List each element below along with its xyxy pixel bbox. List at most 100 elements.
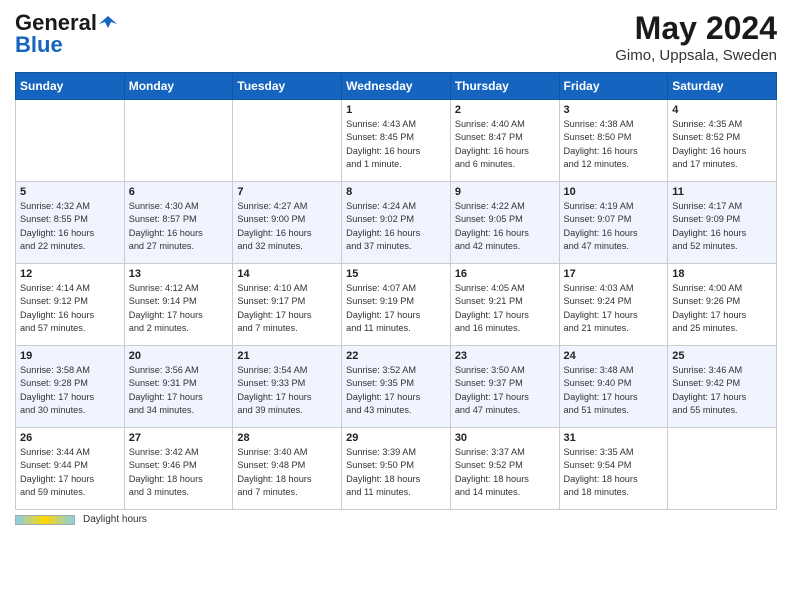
header-thursday: Thursday [450, 73, 559, 100]
table-row: 23 Sunrise: 3:50 AM Sunset: 9:37 PM Dayli… [450, 346, 559, 428]
table-row: 13 Sunrise: 4:12 AM Sunset: 9:14 PM Dayli… [124, 264, 233, 346]
day-number: 14 [237, 268, 337, 280]
day-info: Sunrise: 4:07 AM Sunset: 9:19 PM Dayligh… [346, 282, 446, 335]
day-info: Sunrise: 4:38 AM Sunset: 8:50 PM Dayligh… [564, 118, 664, 171]
day-number: 8 [346, 186, 446, 198]
day-number: 20 [129, 350, 229, 362]
day-number: 7 [237, 186, 337, 198]
calendar-week-row: 1Sunrise: 4:43 AM Sunset: 8:45 PM Daylig… [16, 100, 777, 182]
day-info: Sunrise: 4:40 AM Sunset: 8:47 PM Dayligh… [455, 118, 555, 171]
table-row: 31Sunrise: 3:35 AM Sunset: 9:54 PM Dayli… [559, 428, 668, 510]
table-row: 17 Sunrise: 4:03 AM Sunset: 9:24 PM Dayli… [559, 264, 668, 346]
day-number: 24 [564, 350, 664, 362]
table-row: 6Sunrise: 4:30 AM Sunset: 8:57 PM Daylig… [124, 182, 233, 264]
day-number: 26 [20, 432, 120, 444]
day-info: Sunrise: 4:32 AM Sunset: 8:55 PM Dayligh… [20, 200, 120, 253]
header-sunday: Sunday [16, 73, 125, 100]
calendar-title: May 2024 [615, 10, 777, 47]
day-number: 5 [20, 186, 120, 198]
table-row: 3 Sunrise: 4:38 AM Sunset: 8:50 PM Daylig… [559, 100, 668, 182]
day-info: Sunrise: 4:12 AM Sunset: 9:14 PM Dayligh… [129, 282, 229, 335]
table-row: 8 Sunrise: 4:24 AM Sunset: 9:02 PM Daylig… [342, 182, 451, 264]
day-info: Sunrise: 3:54 AM Sunset: 9:33 PM Dayligh… [237, 364, 337, 417]
day-number: 13 [129, 268, 229, 280]
day-number: 31 [564, 432, 664, 444]
table-row: 12 Sunrise: 4:14 AM Sunset: 9:12 PM Dayli… [16, 264, 125, 346]
day-number: 17 [564, 268, 664, 280]
daylight-bar-icon [15, 515, 75, 525]
day-number: 6 [129, 186, 229, 198]
table-row: 1Sunrise: 4:43 AM Sunset: 8:45 PM Daylig… [342, 100, 451, 182]
main-container: General Blue May 2024 Gimo, Uppsala, Swe… [0, 0, 792, 530]
day-info: Sunrise: 4:22 AM Sunset: 9:05 PM Dayligh… [455, 200, 555, 253]
day-number: 22 [346, 350, 446, 362]
table-row: 9 Sunrise: 4:22 AM Sunset: 9:05 PM Daylig… [450, 182, 559, 264]
table-row: 29 Sunrise: 3:39 AM Sunset: 9:50 PM Dayli… [342, 428, 451, 510]
calendar-week-row: 26 Sunrise: 3:44 AM Sunset: 9:44 PM Dayli… [16, 428, 777, 510]
day-info: Sunrise: 4:14 AM Sunset: 9:12 PM Dayligh… [20, 282, 120, 335]
day-info: Sunrise: 4:03 AM Sunset: 9:24 PM Dayligh… [564, 282, 664, 335]
title-block: May 2024 Gimo, Uppsala, Sweden [615, 10, 777, 64]
calendar-table: Sunday Monday Tuesday Wednesday Thursday… [15, 72, 777, 510]
day-info: Sunrise: 3:48 AM Sunset: 9:40 PM Dayligh… [564, 364, 664, 417]
day-number: 19 [20, 350, 120, 362]
table-row: 2Sunrise: 4:40 AM Sunset: 8:47 PM Daylig… [450, 100, 559, 182]
day-info: Sunrise: 3:37 AM Sunset: 9:52 PM Dayligh… [455, 446, 555, 499]
day-info: Sunrise: 4:35 AM Sunset: 8:52 PM Dayligh… [672, 118, 772, 171]
calendar-week-row: 19Sunrise: 3:58 AM Sunset: 9:28 PM Dayli… [16, 346, 777, 428]
day-info: Sunrise: 4:17 AM Sunset: 9:09 PM Dayligh… [672, 200, 772, 253]
day-info: Sunrise: 3:39 AM Sunset: 9:50 PM Dayligh… [346, 446, 446, 499]
day-number: 29 [346, 432, 446, 444]
table-row: 11Sunrise: 4:17 AM Sunset: 9:09 PM Dayli… [668, 182, 777, 264]
day-number: 28 [237, 432, 337, 444]
table-row: 26 Sunrise: 3:44 AM Sunset: 9:44 PM Dayli… [16, 428, 125, 510]
day-info: Sunrise: 3:46 AM Sunset: 9:42 PM Dayligh… [672, 364, 772, 417]
day-info: Sunrise: 3:52 AM Sunset: 9:35 PM Dayligh… [346, 364, 446, 417]
calendar-week-row: 5 Sunrise: 4:32 AM Sunset: 8:55 PM Daylig… [16, 182, 777, 264]
day-number: 16 [455, 268, 555, 280]
header-wednesday: Wednesday [342, 73, 451, 100]
day-info: Sunrise: 3:50 AM Sunset: 9:37 PM Dayligh… [455, 364, 555, 417]
day-number: 21 [237, 350, 337, 362]
logo-blue: Blue [15, 32, 63, 57]
table-row: 16Sunrise: 4:05 AM Sunset: 9:21 PM Dayli… [450, 264, 559, 346]
day-number: 23 [455, 350, 555, 362]
table-row: 24 Sunrise: 3:48 AM Sunset: 9:40 PM Dayli… [559, 346, 668, 428]
table-row: 14 Sunrise: 4:10 AM Sunset: 9:17 PM Dayli… [233, 264, 342, 346]
day-number: 30 [455, 432, 555, 444]
table-row: 4 Sunrise: 4:35 AM Sunset: 8:52 PM Daylig… [668, 100, 777, 182]
header-tuesday: Tuesday [233, 73, 342, 100]
day-number: 12 [20, 268, 120, 280]
table-row: 7Sunrise: 4:27 AM Sunset: 9:00 PM Daylig… [233, 182, 342, 264]
logo-bird-icon [99, 14, 117, 32]
table-row [233, 100, 342, 182]
table-row [16, 100, 125, 182]
table-row: 22 Sunrise: 3:52 AM Sunset: 9:35 PM Dayli… [342, 346, 451, 428]
logo: General Blue [15, 10, 117, 58]
table-row: 5 Sunrise: 4:32 AM Sunset: 8:55 PM Daylig… [16, 182, 125, 264]
table-row: 15 Sunrise: 4:07 AM Sunset: 9:19 PM Dayli… [342, 264, 451, 346]
day-info: Sunrise: 4:19 AM Sunset: 9:07 PM Dayligh… [564, 200, 664, 253]
day-info: Sunrise: 4:10 AM Sunset: 9:17 PM Dayligh… [237, 282, 337, 335]
day-info: Sunrise: 4:43 AM Sunset: 8:45 PM Dayligh… [346, 118, 446, 171]
day-number: 4 [672, 104, 772, 116]
day-info: Sunrise: 3:40 AM Sunset: 9:48 PM Dayligh… [237, 446, 337, 499]
calendar-body: 1Sunrise: 4:43 AM Sunset: 8:45 PM Daylig… [16, 100, 777, 510]
day-number: 3 [564, 104, 664, 116]
day-info: Sunrise: 3:44 AM Sunset: 9:44 PM Dayligh… [20, 446, 120, 499]
header-saturday: Saturday [668, 73, 777, 100]
header: General Blue May 2024 Gimo, Uppsala, Swe… [15, 10, 777, 64]
table-row: 28 Sunrise: 3:40 AM Sunset: 9:48 PM Dayli… [233, 428, 342, 510]
table-row [668, 428, 777, 510]
table-row: 19Sunrise: 3:58 AM Sunset: 9:28 PM Dayli… [16, 346, 125, 428]
day-number: 9 [455, 186, 555, 198]
daylight-label: Daylight hours [83, 514, 147, 525]
table-row: 18Sunrise: 4:00 AM Sunset: 9:26 PM Dayli… [668, 264, 777, 346]
day-info: Sunrise: 4:24 AM Sunset: 9:02 PM Dayligh… [346, 200, 446, 253]
day-number: 15 [346, 268, 446, 280]
weekday-header-row: Sunday Monday Tuesday Wednesday Thursday… [16, 73, 777, 100]
table-row: 20Sunrise: 3:56 AM Sunset: 9:31 PM Dayli… [124, 346, 233, 428]
header-friday: Friday [559, 73, 668, 100]
table-row [124, 100, 233, 182]
table-row: 10Sunrise: 4:19 AM Sunset: 9:07 PM Dayli… [559, 182, 668, 264]
